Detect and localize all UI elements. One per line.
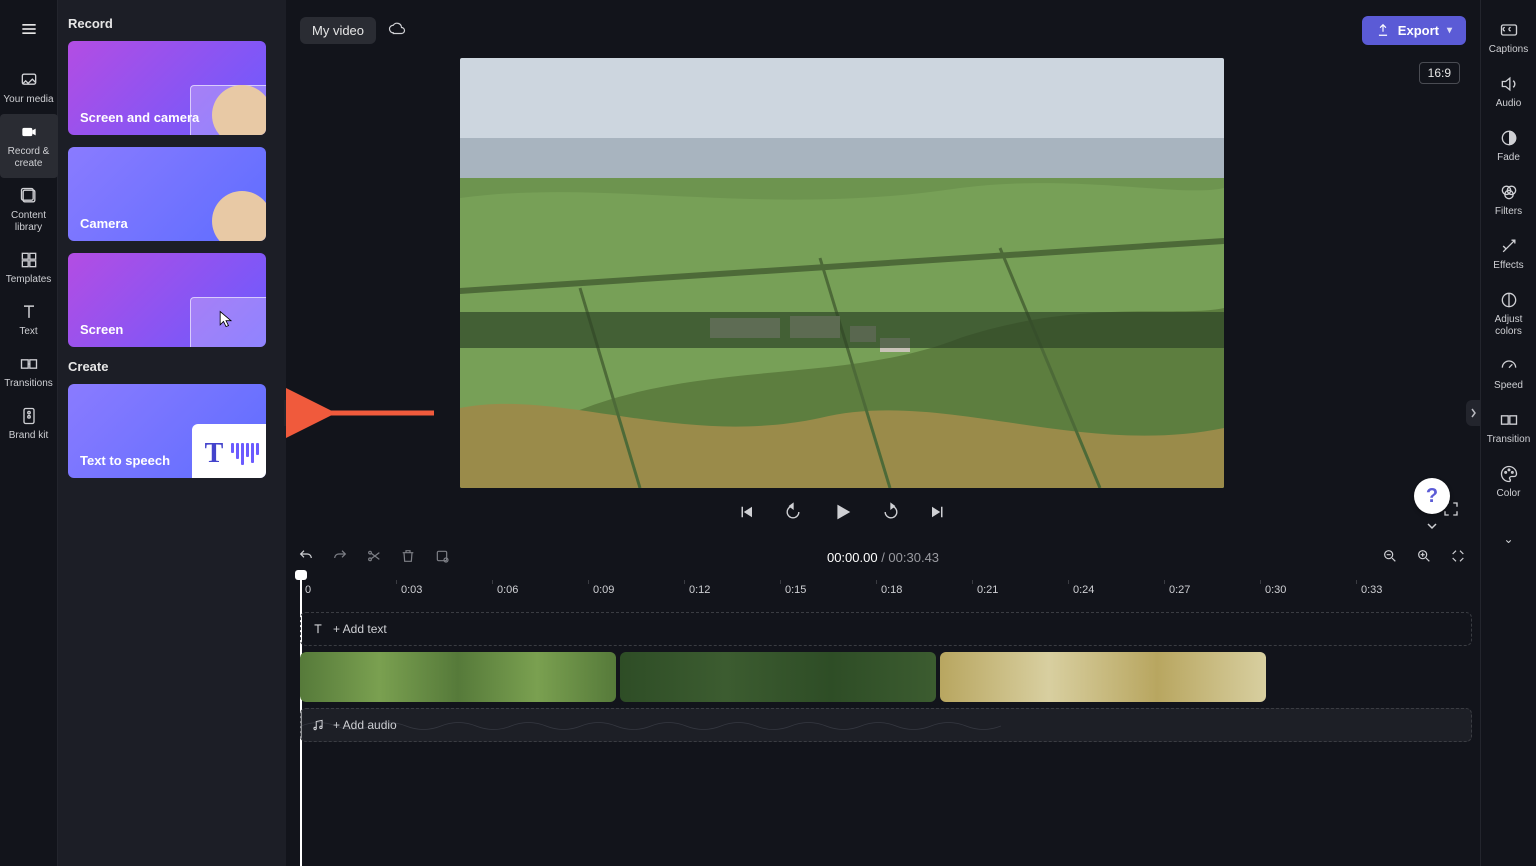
card-label: Camera [80, 216, 128, 231]
collapse-panel-button[interactable] [284, 400, 298, 426]
sidebar-label: Record & create [8, 146, 50, 170]
card-label: Screen [80, 322, 123, 337]
sidebar-label: Content library [11, 210, 46, 234]
ruler-tick: 0:27 [1164, 580, 1190, 584]
ruler-tick: 0:21 [972, 580, 998, 584]
card-screen[interactable]: Screen [68, 253, 266, 347]
rewind-10-button[interactable] [783, 502, 803, 522]
rightnav-label: Filters [1495, 206, 1522, 218]
record-create-panel: Record Screen and camera Camera Screen C… [58, 0, 286, 866]
add-text-track[interactable]: + Add text [300, 612, 1472, 646]
total-duration: 00:30.43 [888, 550, 939, 565]
sidebar-item-templates[interactable]: Templates [0, 242, 58, 294]
rightnav-speed[interactable]: Speed [1481, 348, 1536, 402]
ruler-tick: 0:06 [492, 580, 518, 584]
rightnav-label: Effects [1493, 260, 1523, 272]
sidebar-label: Text [19, 326, 37, 338]
annotation-arrow [314, 398, 444, 431]
ruler-tick: 0:09 [588, 580, 614, 584]
add-text-label: + Add text [333, 622, 387, 636]
card-label: Screen and camera [80, 110, 199, 125]
rightnav-chevron-down-icon[interactable]: ⌄ [1481, 532, 1536, 546]
sidebar-label: Your media [3, 94, 53, 106]
project-title[interactable]: My video [300, 17, 376, 44]
export-button[interactable]: Export ▾ [1362, 16, 1466, 45]
ruler-tick: 0:24 [1068, 580, 1094, 584]
export-label: Export [1398, 23, 1439, 38]
sidebar-item-content-library[interactable]: Content library [0, 178, 58, 242]
create-section-title: Create [68, 359, 276, 374]
zoom-fit-button[interactable] [1450, 548, 1466, 567]
rightnav-transition[interactable]: Transition [1481, 402, 1536, 456]
rightnav-label: Transition [1487, 434, 1531, 446]
sidebar-item-text[interactable]: Text [0, 294, 58, 346]
rightnav-label: Fade [1497, 152, 1520, 164]
cursor-icon [216, 309, 236, 334]
time-separator: / [878, 550, 889, 565]
current-time: 00:00.00 [827, 550, 878, 565]
card-camera[interactable]: Camera [68, 147, 266, 241]
timeline-ruler[interactable]: 00:030:060:090:120:150:180:210:240:270:3… [300, 580, 1480, 610]
avatar-graphic [212, 85, 266, 135]
video-track[interactable] [300, 652, 1472, 702]
skip-end-button[interactable] [929, 503, 947, 521]
menu-button[interactable] [10, 10, 48, 48]
collapse-right-button[interactable] [1466, 400, 1480, 426]
card-text-to-speech[interactable]: T Text to speech [68, 384, 266, 478]
forward-10-button[interactable] [881, 502, 901, 522]
rightnav-adjust-colors[interactable]: Adjust colors [1481, 282, 1536, 348]
timeline-zoom [1382, 548, 1466, 567]
tts-graphic: T [192, 424, 266, 478]
left-sidebar: Your media Record & create Content libra… [0, 0, 58, 866]
sidebar-item-your-media[interactable]: Your media [0, 62, 58, 114]
video-clip-2[interactable] [620, 652, 936, 702]
sidebar-item-brand-kit[interactable]: Brand kit [0, 398, 58, 450]
sidebar-label: Brand kit [9, 430, 48, 442]
top-bar: My video Export ▾ [300, 12, 1466, 48]
ruler-tick: 0:33 [1356, 580, 1382, 584]
sidebar-item-record-create[interactable]: Record & create [0, 114, 58, 178]
skip-start-button[interactable] [737, 503, 755, 521]
help-button[interactable]: ? [1414, 478, 1450, 514]
rightnav-label: Color [1497, 488, 1521, 500]
rightnav-color[interactable]: Color [1481, 456, 1536, 510]
add-audio-track[interactable]: + Add audio [300, 708, 1472, 742]
sidebar-label: Transitions [4, 378, 53, 390]
rightnav-label: Captions [1489, 44, 1528, 56]
ruler-tick: 0:30 [1260, 580, 1286, 584]
rightnav-label: Audio [1496, 98, 1522, 110]
ruler-tick: 0:15 [780, 580, 806, 584]
ruler-tick: 0:12 [684, 580, 710, 584]
rightnav-label: Adjust colors [1495, 314, 1523, 338]
help-chevron-down-icon[interactable] [1424, 518, 1440, 534]
timeline-area: 00:00.00 / 00:30.43 00:030:060:090:120:1… [286, 540, 1480, 866]
rightnav-label: Speed [1494, 380, 1523, 392]
chevron-down-icon: ▾ [1447, 25, 1452, 36]
ruler-tick: 0:03 [396, 580, 422, 584]
card-screen-and-camera[interactable]: Screen and camera [68, 41, 266, 135]
rightnav-effects[interactable]: Effects [1481, 228, 1536, 282]
avatar-graphic [212, 191, 266, 241]
zoom-in-button[interactable] [1416, 548, 1432, 567]
sidebar-label: Templates [6, 274, 52, 286]
sidebar-item-transitions[interactable]: Transitions [0, 346, 58, 398]
timeline-timecode: 00:00.00 / 00:30.43 [286, 550, 1480, 565]
rightnav-filters[interactable]: Filters [1481, 174, 1536, 228]
video-clip-1[interactable] [300, 652, 616, 702]
zoom-out-button[interactable] [1382, 548, 1398, 567]
timeline-tracks: + Add text + Add audio [300, 612, 1472, 860]
playback-controls [460, 494, 1224, 530]
rightnav-captions[interactable]: Captions [1481, 12, 1536, 66]
aspect-ratio-button[interactable]: 16:9 [1419, 62, 1460, 84]
card-label: Text to speech [80, 453, 170, 468]
play-button[interactable] [831, 501, 853, 523]
video-preview[interactable] [460, 58, 1224, 488]
video-clip-3[interactable] [940, 652, 1266, 702]
ruler-tick: 0:18 [876, 580, 902, 584]
cloud-sync-icon[interactable] [388, 20, 406, 41]
record-section-title: Record [68, 16, 276, 31]
rightnav-audio[interactable]: Audio [1481, 66, 1536, 120]
rightnav-fade[interactable]: Fade [1481, 120, 1536, 174]
right-sidebar: Captions Audio Fade Filters Effects Adju… [1480, 0, 1536, 866]
